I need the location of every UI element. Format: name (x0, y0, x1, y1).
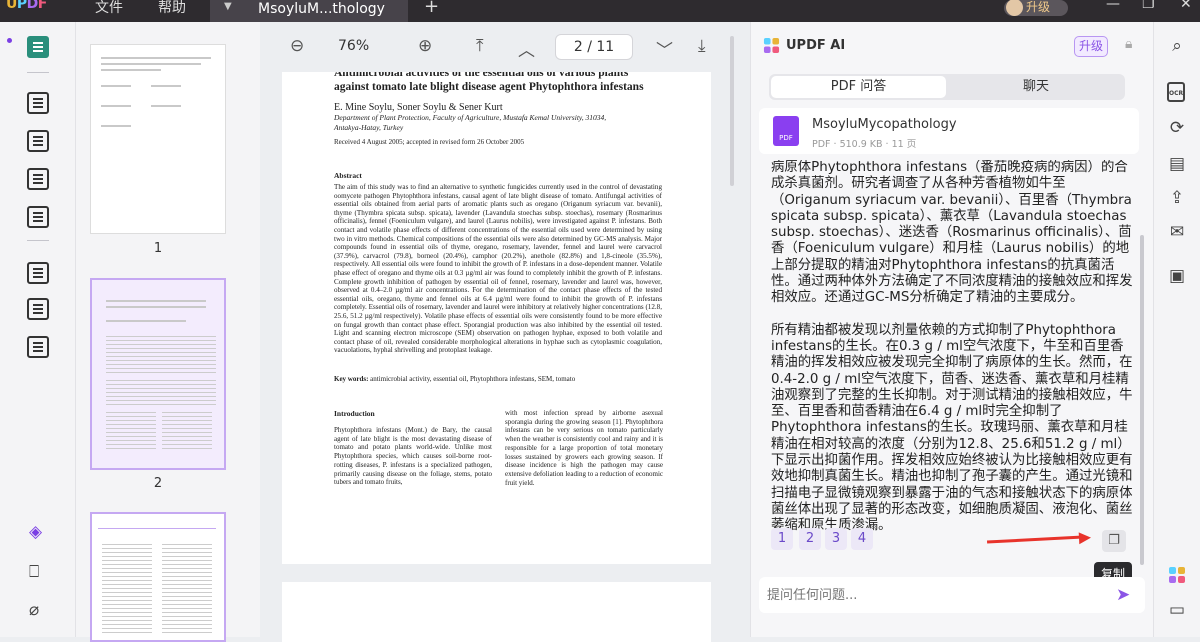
page-thumbnail-2[interactable] (90, 278, 226, 470)
copy-icon[interactable]: ❐ (1102, 530, 1126, 552)
page-thumbnail-1[interactable] (90, 44, 226, 234)
document-scrollbar[interactable] (730, 36, 734, 186)
ocr-icon[interactable]: OCR (1167, 82, 1185, 102)
file-meta: PDF · 510.9 KB · 11 页 (812, 139, 917, 150)
tab-dropdown-icon[interactable]: ▼ (224, 1, 232, 12)
account-upgrade-button[interactable]: 升级 (1004, 0, 1068, 16)
ask-box: ➤ (759, 577, 1145, 613)
reference-chip[interactable]: 4 (851, 528, 873, 550)
tab-pdf-qa[interactable]: PDF 问答 (771, 76, 946, 98)
zoom-in-icon[interactable]: ⊕ (418, 36, 432, 56)
upgrade-label: 升级 (1026, 0, 1051, 14)
reader-icon[interactable] (27, 36, 49, 58)
ai-panel: UPDF AI 升级 🔒︎ PDF 问答 聊天 PDF MsoyluMycopa… (750, 22, 1153, 637)
menu-help[interactable]: 帮助 (158, 0, 186, 17)
search-icon[interactable]: ⌕ (1166, 36, 1188, 56)
ai-mode-tabs: PDF 问答 聊天 (769, 74, 1125, 100)
send-icon[interactable]: ➤ (1116, 585, 1130, 605)
new-tab-button[interactable]: + (424, 0, 439, 17)
last-page-icon[interactable]: ⤓ (698, 36, 706, 56)
abstract-text: The aim of this study was to find an alt… (334, 183, 662, 355)
intro-column-2: with most infection spread by airborne a… (505, 409, 663, 487)
paper-affiliation: Department of Plant Protection, Faculty … (334, 113, 607, 132)
left-toolbar: ◈ ⎕ ⌀ (0, 22, 76, 637)
share-icon[interactable]: ⇪ (1166, 188, 1188, 208)
file-name: MsoyluMycopathology (812, 117, 957, 132)
layers-icon[interactable]: ◈ (29, 522, 42, 542)
reference-chip[interactable]: 2 (799, 528, 821, 550)
convert-icon[interactable]: ⟳ (1166, 118, 1188, 138)
thumbnail-page-number: 2 (153, 476, 163, 491)
sign-icon[interactable] (27, 206, 49, 228)
ai-answer: 病原体Phytophthora infestans（番茄晚疫病的病因）的合成杀真… (771, 160, 1133, 544)
protect-icon[interactable]: ▤ (1166, 154, 1188, 174)
minimize-icon[interactable]: — (1106, 0, 1120, 12)
organize-icon[interactable] (27, 262, 49, 284)
avatar (1006, 0, 1023, 16)
paper-authors: E. Mine Soylu, Soner Soylu & Sener Kurt (334, 102, 503, 113)
page-number-input[interactable]: 2 / 11 (555, 34, 633, 60)
tab-chat[interactable]: 聊天 (949, 76, 1123, 98)
compress-icon[interactable] (27, 336, 49, 358)
reference-chip[interactable]: 3 (825, 528, 847, 550)
paper-title: Antimicrobial activities of the essentia… (334, 72, 644, 93)
email-icon[interactable]: ✉ (1166, 222, 1188, 242)
file-card: PDF MsoyluMycopathology PDF · 510.9 KB ·… (759, 108, 1139, 154)
current-page: 2 (573, 39, 583, 55)
toolbar-divider (27, 72, 49, 73)
introduction-heading: Introduction (334, 409, 375, 418)
form-icon[interactable] (27, 168, 49, 190)
active-indicator (7, 38, 12, 43)
page-separator: / (587, 39, 592, 55)
next-page-icon[interactable]: ﹀ (656, 36, 673, 61)
document-tab[interactable]: ▼ MsoyluM...thology (210, 0, 408, 22)
intro-column-1: Phytophthora infestans (Mont.) de Bary, … (334, 426, 492, 487)
ask-input[interactable] (767, 583, 1097, 607)
zoom-out-icon[interactable]: ⊖ (290, 36, 304, 56)
ai-upgrade-button[interactable]: 升级 (1074, 36, 1108, 57)
feedback-icon[interactable]: ▭ (1166, 600, 1188, 620)
updf-logo: UPDF (6, 0, 47, 12)
title-bar: UPDF 文件 帮助 ▼ MsoyluM...thology + 升级 — ❐ … (0, 0, 1200, 22)
edit-icon[interactable] (27, 130, 49, 152)
keywords: Key words: antimicrobial activity, essen… (334, 375, 576, 383)
updf-ai-logo-icon (763, 37, 780, 54)
thumbnail-panel: 1 2 (76, 22, 260, 642)
pdf-file-icon: PDF (773, 116, 799, 146)
reference-chip[interactable]: 1 (771, 528, 793, 550)
tab-title: MsoyluM...thology (258, 1, 385, 17)
thumbnail-page-number: 1 (153, 241, 163, 256)
bookmark-icon[interactable]: ⎕ (29, 562, 39, 582)
answer-paragraph: 所有精油都被发现以剂量依赖的方式抑制了Phytophthora infestan… (771, 322, 1133, 534)
pdf-page-next (282, 582, 711, 642)
attachment-icon[interactable]: ⌀ (29, 600, 39, 620)
maximize-icon[interactable]: ❐ (1142, 0, 1155, 12)
ai-scrollbar[interactable] (1140, 235, 1144, 565)
close-icon[interactable]: ✕ (1180, 0, 1192, 12)
lock-icon[interactable]: 🔒︎ (1125, 36, 1132, 52)
comment-icon[interactable] (27, 92, 49, 114)
annotation-arrowhead (1078, 531, 1092, 545)
view-toolbar: ⊖ 76% ⊕ ⤒ ︿ 2 / 11 ﹀ ⤓ (260, 22, 730, 72)
updf-ai-icon[interactable] (1166, 566, 1188, 589)
crop-icon[interactable] (27, 298, 49, 320)
previous-page-icon[interactable]: ︿ (518, 36, 535, 61)
ai-panel-title: UPDF AI (786, 38, 846, 53)
paper-received: Received 4 August 2005; accepted in revi… (334, 138, 525, 146)
page-thumbnail-3[interactable] (90, 512, 226, 642)
total-pages: 11 (596, 39, 615, 55)
save-icon[interactable]: ▣ (1166, 266, 1188, 286)
zoom-level[interactable]: 76% (338, 38, 369, 54)
right-toolbar: ⌕ OCR ⟳ ▤ ⇪ ✉ ▣ ▭ (1153, 22, 1200, 637)
answer-paragraph: 病原体Phytophthora infestans（番茄晚疫病的病因）的合成杀真… (771, 160, 1133, 306)
first-page-icon[interactable]: ⤒ (476, 36, 484, 56)
toolbar-divider (27, 240, 49, 241)
abstract-heading: Abstract (334, 171, 362, 180)
menu-file[interactable]: 文件 (95, 0, 123, 17)
pdf-page: Antimicrobial activities of the essentia… (282, 72, 711, 564)
